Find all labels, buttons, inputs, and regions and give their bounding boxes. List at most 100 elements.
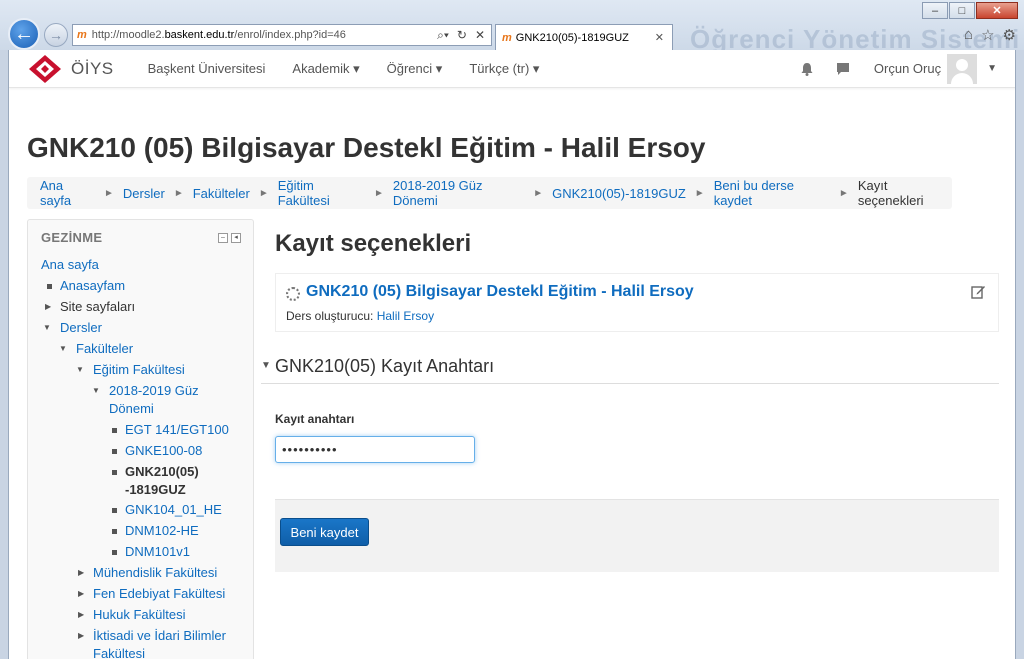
dock-block-icon[interactable]: ◂	[231, 233, 241, 243]
brand-name[interactable]: ÖİYS	[71, 59, 114, 79]
web-page: ÖİYS Başkent Üniversitesi Akademik ▾ Öğr…	[8, 50, 1016, 659]
address-bar[interactable]: m http://moodle2. baskent.edu.tr/enrol/in…	[72, 24, 492, 46]
expand-arrow-icon[interactable]: ▶	[78, 610, 84, 619]
page-title: GNK210 (05) Bilgisayar Destekl Eğitim - …	[27, 132, 706, 163]
university-logo[interactable]	[27, 54, 63, 84]
notification-bell-icon[interactable]	[796, 62, 818, 76]
enrol-section-header[interactable]: ▼ GNK210(05) Kayıt Anahtarı	[261, 353, 999, 384]
main-heading: Kayıt seçenekleri	[275, 230, 472, 257]
navigation-block: GEZİNME – ◂ Ana sayfa Anasayfam ▶ Site s…	[27, 219, 254, 659]
collapse-arrow-icon[interactable]: ▼	[76, 365, 84, 374]
nav-menu-language[interactable]: Türkçe (tr) ▾	[469, 61, 539, 77]
tree-item-course[interactable]: EGT 141/EGT100	[125, 421, 229, 439]
maximize-button[interactable]: □	[949, 2, 975, 19]
browser-tab[interactable]: m GNK210(05)-1819GUZ ✕	[495, 24, 673, 50]
nav-menu-student[interactable]: Öğrenci ▾	[387, 61, 443, 77]
user-name[interactable]: Orçun Oruç	[874, 61, 941, 76]
expand-arrow-icon[interactable]: ▶	[78, 568, 84, 577]
expand-arrow-icon[interactable]: ▶	[45, 302, 51, 311]
tree-item-home[interactable]: Ana sayfa	[41, 256, 99, 274]
breadcrumb-item[interactable]: Dersler	[123, 186, 165, 201]
tab-title: GNK210(05)-1819GUZ	[515, 31, 629, 44]
breadcrumb-item[interactable]: Fakülteler	[193, 186, 250, 201]
expand-arrow-icon[interactable]: ▶	[78, 631, 84, 640]
breadcrumb-item[interactable]: 2018-2019 Güz Dönemi	[393, 178, 524, 208]
breadcrumb-item[interactable]: Eğitim Fakültesi	[278, 178, 365, 208]
messages-icon[interactable]	[832, 62, 854, 76]
collapse-arrow-icon[interactable]: ▼	[43, 323, 51, 332]
nav-menu-academic[interactable]: Akademik ▾	[292, 61, 359, 77]
breadcrumb-item[interactable]: GNK210(05)-1819GUZ	[552, 186, 686, 201]
browser-toolbar-icons: ⌂ ☆ ⚙	[964, 26, 1016, 44]
course-icon	[286, 287, 300, 301]
edit-icon[interactable]	[971, 284, 986, 302]
user-menu-caret-icon[interactable]: ▼	[987, 63, 997, 74]
caret-down-icon: ▾	[353, 60, 360, 76]
logo-diamond-icon	[29, 54, 61, 83]
collapse-block-icon[interactable]: –	[218, 233, 228, 243]
top-navbar: ÖİYS Başkent Üniversitesi Akademik ▾ Öğr…	[9, 50, 1015, 88]
home-icon[interactable]: ⌂	[964, 26, 973, 44]
breadcrumb-item[interactable]: Beni bu derse kaydet	[714, 178, 830, 208]
browser-chrome: Öğrenci Yönetim Sistemi – □ ✕ ← → m http…	[0, 0, 1024, 54]
close-window-button[interactable]: ✕	[976, 2, 1018, 19]
tree-item-term[interactable]: 2018-2019 Güz	[109, 382, 199, 400]
caret-down-icon: ▾	[532, 60, 540, 76]
tree-item-science-faculty[interactable]: Fen Edebiyat Fakültesi	[93, 585, 225, 603]
close-icon[interactable]: ✕	[475, 28, 485, 43]
arrow-right-icon: →	[49, 27, 63, 43]
tree-item-faculties[interactable]: Fakülteler	[76, 340, 133, 358]
tree-item-dashboard[interactable]: Anasayfam	[60, 277, 125, 295]
expand-arrow-icon[interactable]: ▶	[78, 589, 84, 598]
tab-close-icon[interactable]: ✕	[655, 31, 664, 44]
breadcrumb-separator-icon: ►	[533, 187, 544, 199]
favorites-star-icon[interactable]: ☆	[981, 26, 994, 44]
tree-item-course[interactable]: DNM102-HE	[125, 522, 199, 540]
minimize-button[interactable]: –	[922, 2, 948, 19]
nav-links: Başkent Üniversitesi Akademik ▾ Öğrenci …	[148, 61, 567, 77]
enrol-key-input[interactable]	[275, 436, 475, 463]
collapse-arrow-icon[interactable]: ▼	[59, 344, 67, 353]
breadcrumb-separator-icon: ►	[838, 187, 849, 199]
tree-item-law-faculty[interactable]: Hukuk Fakültesi	[93, 606, 185, 624]
breadcrumb: Ana sayfa ► Dersler ► Fakülteler ► Eğiti…	[27, 177, 952, 209]
tree-item-term-cont[interactable]: Dönemi	[109, 400, 154, 418]
tree-item-current-course[interactable]: GNK210(05)	[125, 463, 199, 481]
moodle-favicon-icon: m	[77, 29, 87, 41]
avatar-body	[951, 72, 974, 84]
breadcrumb-separator-icon: ►	[258, 187, 269, 199]
course-link[interactable]: GNK210 (05) Bilgisayar Destekl Eğitim - …	[306, 283, 694, 301]
forward-button[interactable]: →	[44, 23, 68, 47]
collapse-arrow-icon[interactable]: ▼	[92, 386, 100, 395]
course-teacher: Ders oluşturucu: Halil Ersoy	[286, 309, 434, 323]
moodle-favicon-icon: m	[502, 31, 512, 44]
bullet-icon	[112, 529, 117, 534]
breadcrumb-item[interactable]: Ana sayfa	[40, 178, 95, 208]
teacher-link[interactable]: Halil Ersoy	[377, 309, 434, 323]
enrol-me-button[interactable]: Beni kaydet	[280, 518, 369, 546]
avatar[interactable]	[947, 53, 978, 84]
bullet-icon	[112, 508, 117, 513]
tree-item-course[interactable]: DNM101v1	[125, 543, 190, 561]
navigation-block-title: GEZİNME	[41, 230, 103, 245]
tree-item-engineering-faculty[interactable]: Mühendislik Fakültesi	[93, 564, 217, 582]
tree-item-courses[interactable]: Dersler	[60, 319, 102, 337]
section-collapse-icon[interactable]: ▼	[261, 360, 271, 371]
tree-item-site-pages[interactable]: Site sayfaları	[60, 298, 135, 316]
tree-item-current-course-cont[interactable]: -1819GUZ	[125, 481, 186, 499]
settings-gear-icon[interactable]: ⚙	[1003, 26, 1016, 44]
search-icon[interactable]: ⌕▾	[437, 28, 449, 43]
tree-item-course[interactable]: GNKE100-08	[125, 442, 202, 460]
breadcrumb-separator-icon: ►	[173, 187, 184, 199]
block-controls: – ◂	[218, 233, 241, 243]
caret-down-icon: ▾	[435, 60, 443, 76]
refresh-icon[interactable]: ↻	[457, 28, 467, 43]
tree-item-course[interactable]: GNK104_01_HE	[125, 501, 222, 519]
tree-item-economics-faculty-cont[interactable]: Fakültesi	[93, 645, 145, 659]
tree-item-education-faculty[interactable]: Eğitim Fakültesi	[93, 361, 185, 379]
nav-link-university[interactable]: Başkent Üniversitesi	[148, 61, 266, 77]
back-button[interactable]: ←	[8, 18, 40, 50]
tree-item-economics-faculty[interactable]: İktisadi ve İdari Bilimler	[93, 627, 226, 645]
bullet-icon	[112, 470, 117, 475]
teacher-label: Ders oluşturucu:	[286, 309, 374, 323]
